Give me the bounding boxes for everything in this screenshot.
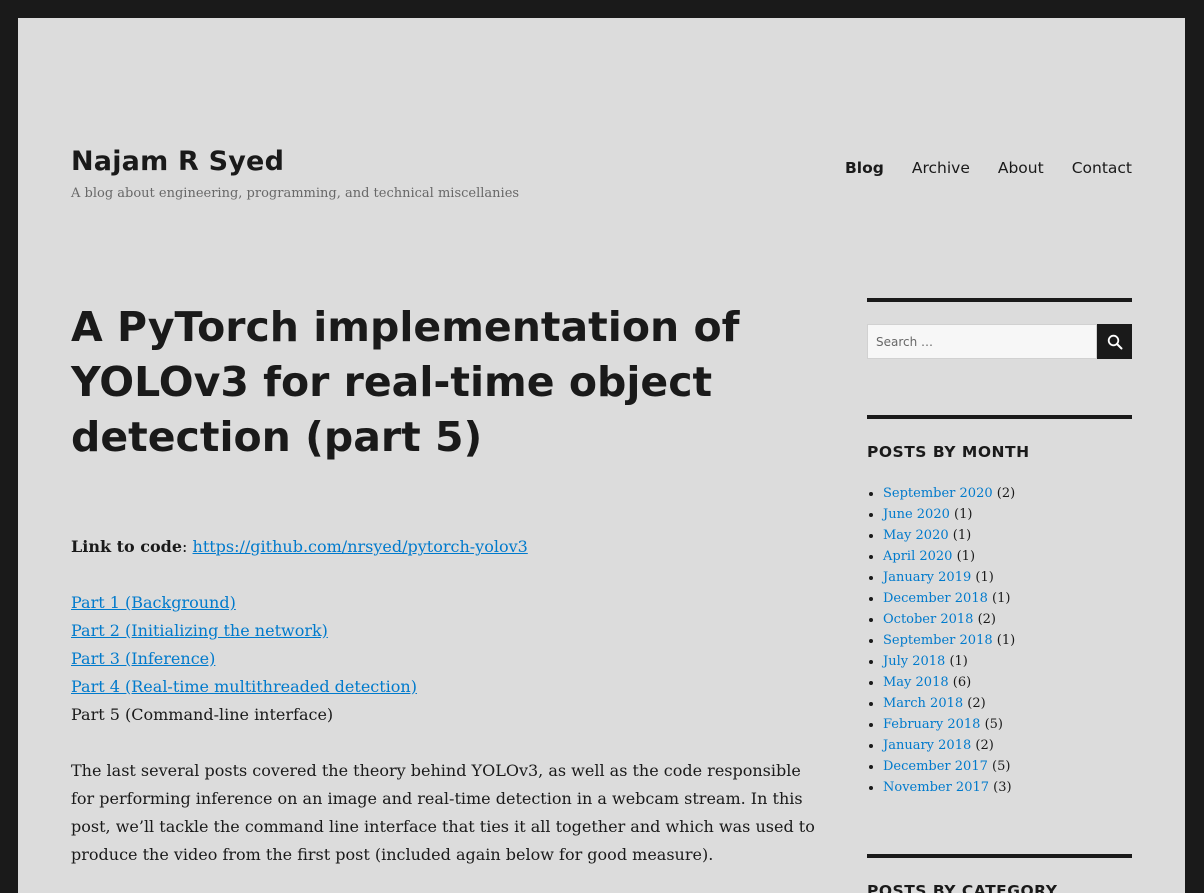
code-link-paragraph: Link to code: https://github.com/nrsyed/… <box>71 533 816 561</box>
posts-by-month-widget: POSTS BY MONTH September 2020 (2) June 2… <box>867 415 1132 798</box>
month-count: (6) <box>952 675 972 690</box>
month-link[interactable]: May 2018 <box>883 675 949 690</box>
site-description: A blog about engineering, programming, a… <box>71 186 520 202</box>
part-4-link[interactable]: Part 4 (Real-time multithreaded detectio… <box>71 677 417 696</box>
month-link[interactable]: January 2019 <box>883 570 971 585</box>
month-link[interactable]: December 2017 <box>883 759 988 774</box>
month-link[interactable]: June 2020 <box>883 507 950 522</box>
site-header: Najam R Syed A blog about engineering, p… <box>71 146 1132 201</box>
month-count: (1) <box>952 528 972 543</box>
month-count: (5) <box>992 759 1011 774</box>
search-input[interactable]: Search … <box>867 324 1097 359</box>
part-5-current: Part 5 (Command-line interface) <box>71 705 334 724</box>
posts-by-category-title: POSTS BY CATEGORY <box>867 882 1058 893</box>
intro-paragraph: The last several posts covered the theor… <box>71 761 815 864</box>
month-archive-list: September 2020 (2) June 2020 (1) May 202… <box>867 483 1132 798</box>
sidebar: Search … POSTS BY MONTH September 2020 (… <box>867 298 1132 893</box>
list-item: September 2018 (1) <box>883 630 1132 651</box>
code-link-label: Link to code <box>71 537 183 556</box>
month-link[interactable]: May 2020 <box>883 528 949 543</box>
list-item: April 2020 (1) <box>883 546 1132 567</box>
part-1-link[interactable]: Part 1 (Background) <box>71 593 236 612</box>
post-article: A PyTorch implementation of YOLOv3 for r… <box>71 300 816 893</box>
month-link[interactable]: February 2018 <box>883 717 980 732</box>
month-count: (2) <box>977 612 996 627</box>
list-item: November 2017 (3) <box>883 777 1132 798</box>
list-item: May 2020 (1) <box>883 525 1132 546</box>
month-link[interactable]: April 2020 <box>883 549 952 564</box>
month-count: (1) <box>996 633 1016 648</box>
list-item: October 2018 (2) <box>883 609 1132 630</box>
month-link[interactable]: October 2018 <box>883 612 973 627</box>
month-link[interactable]: January 2018 <box>883 738 971 753</box>
main-nav: Blog Archive About Contact <box>845 159 1132 177</box>
month-link[interactable]: September 2018 <box>883 633 993 648</box>
post-title: A PyTorch implementation of YOLOv3 for r… <box>71 303 740 461</box>
month-link[interactable]: November 2017 <box>883 780 989 795</box>
nav-item-blog[interactable]: Blog <box>845 159 884 177</box>
month-link[interactable]: September 2020 <box>883 486 993 501</box>
series-parts-list: Part 1 (Background) Part 2 (Initializing… <box>71 589 816 729</box>
page: Najam R Syed A blog about engineering, p… <box>18 18 1185 893</box>
month-count: (1) <box>949 654 968 669</box>
search-form: Search … <box>867 324 1132 359</box>
list-item: December 2018 (1) <box>883 588 1132 609</box>
month-count: (2) <box>967 696 986 711</box>
list-item: May 2018 (6) <box>883 672 1132 693</box>
month-count: (3) <box>993 780 1012 795</box>
list-item: January 2018 (2) <box>883 735 1132 756</box>
list-item: June 2020 (1) <box>883 504 1132 525</box>
part-3-link[interactable]: Part 3 (Inference) <box>71 649 215 668</box>
list-item: September 2020 (2) <box>883 483 1132 504</box>
month-count: (2) <box>975 738 994 753</box>
search-widget: Search … <box>867 298 1132 359</box>
list-item: December 2017 (5) <box>883 756 1132 777</box>
list-item: February 2018 (5) <box>883 714 1132 735</box>
part-2-link[interactable]: Part 2 (Initializing the network) <box>71 621 328 640</box>
nav-item-about[interactable]: About <box>998 159 1044 177</box>
list-item: March 2018 (2) <box>883 693 1132 714</box>
month-count: (1) <box>956 549 976 564</box>
nav-item-contact[interactable]: Contact <box>1072 159 1132 177</box>
month-count: (5) <box>984 717 1003 732</box>
code-link[interactable]: https://github.com/nrsyed/pytorch-yolov3 <box>193 537 528 556</box>
month-count: (1) <box>992 591 1011 606</box>
list-item: January 2019 (1) <box>883 567 1132 588</box>
search-icon <box>1107 334 1122 349</box>
month-link[interactable]: December 2018 <box>883 591 988 606</box>
search-button[interactable] <box>1097 324 1132 359</box>
post-content: Link to code: https://github.com/nrsyed/… <box>71 533 816 869</box>
posts-by-category-widget: POSTS BY CATEGORY <box>867 854 1132 893</box>
month-link[interactable]: July 2018 <box>883 654 945 669</box>
posts-by-month-title: POSTS BY MONTH <box>867 443 1030 461</box>
month-count: (1) <box>975 570 994 585</box>
month-count: (2) <box>996 486 1016 501</box>
list-item: July 2018 (1) <box>883 651 1132 672</box>
month-link[interactable]: March 2018 <box>883 696 963 711</box>
month-count: (1) <box>954 507 973 522</box>
nav-item-archive[interactable]: Archive <box>912 159 970 177</box>
code-link-colon: : <box>182 537 193 556</box>
